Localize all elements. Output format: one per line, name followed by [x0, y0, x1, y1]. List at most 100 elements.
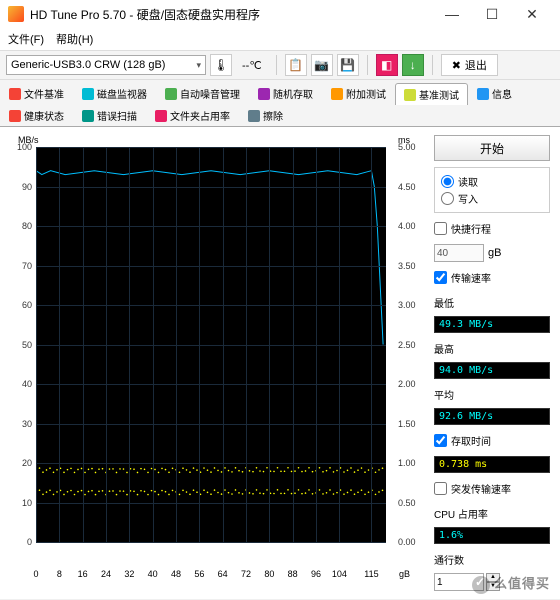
- refresh-button[interactable]: ↓: [402, 54, 424, 76]
- x-tick: 72: [241, 569, 251, 579]
- tab-label: 错误扫描: [97, 108, 137, 123]
- y-tick-right: 1.50: [398, 419, 420, 429]
- tab-label: 文件基准: [24, 86, 64, 101]
- radio-write[interactable]: 写入: [441, 191, 543, 206]
- label-avg: 平均: [434, 387, 550, 402]
- y-tick-left: 40: [8, 379, 32, 389]
- tab-label: 附加测试: [346, 86, 386, 101]
- y-tick-right: 1.00: [398, 458, 420, 468]
- tabs-row: 文件基准磁盘监视器 自动噪音管理 随机存取 附加测试 基准测试 信息健康状态 错误扫描 文件夹…: [0, 80, 560, 127]
- label-max: 最高: [434, 341, 550, 356]
- maximize-button[interactable]: ☐: [472, 0, 512, 28]
- benchmark-chart: MB/s ms gB 00.00100.50201.00301.50402.00…: [8, 135, 398, 565]
- temp-icon[interactable]: 🌡: [210, 54, 232, 76]
- x-tick: 32: [124, 569, 134, 579]
- label-cpu: CPU 占用率: [434, 506, 550, 521]
- x-tick: 0: [33, 569, 38, 579]
- tab-icon: [165, 88, 177, 100]
- screenshot-button[interactable]: 📷: [311, 54, 333, 76]
- tab-icon: [258, 88, 270, 100]
- tab-10[interactable]: 擦除: [239, 104, 292, 126]
- y-tick-right: 0.50: [398, 498, 420, 508]
- x-tick: 24: [101, 569, 111, 579]
- plot-area: [36, 147, 386, 542]
- y-tick-right: 2.00: [398, 379, 420, 389]
- start-button[interactable]: 开始: [434, 135, 550, 161]
- y-tick-right: 3.00: [398, 300, 420, 310]
- drive-select-value: Generic-USB3.0 CRW (128 gB): [11, 59, 165, 71]
- x-tick: 104: [332, 569, 347, 579]
- tab-0[interactable]: 文件基准: [0, 82, 73, 104]
- tab-icon: [82, 110, 94, 122]
- tab-1[interactable]: 磁盘监视器: [73, 82, 156, 104]
- tab-9[interactable]: 文件夹占用率: [146, 104, 239, 126]
- check-access-time[interactable]: 存取时间: [434, 433, 550, 448]
- y-tick-right: 3.50: [398, 261, 420, 271]
- check-short-stroke[interactable]: 快捷行程: [434, 221, 550, 236]
- y-tick-left: 50: [8, 340, 32, 350]
- menu-help[interactable]: 帮助(H): [56, 31, 93, 47]
- y-tick-left: 100: [8, 142, 32, 152]
- window-title: HD Tune Pro 5.70 - 硬盘/固态硬盘实用程序: [30, 6, 260, 23]
- titlebar: HD Tune Pro 5.70 - 硬盘/固态硬盘实用程序 — ☐ ✕: [0, 0, 560, 28]
- tab-icon: [9, 88, 21, 100]
- tab-4[interactable]: 附加测试: [322, 82, 395, 104]
- menu-file[interactable]: 文件(F): [8, 31, 44, 47]
- y-tick-right: 2.50: [398, 340, 420, 350]
- x-tick: 56: [194, 569, 204, 579]
- value-max: 94.0 MB/s: [434, 362, 550, 379]
- tab-label: 健康状态: [24, 108, 64, 123]
- tab-5[interactable]: 基准测试: [395, 83, 468, 105]
- short-stroke-input[interactable]: [434, 244, 484, 262]
- tab-label: 信息: [492, 86, 512, 101]
- copy-button[interactable]: 📋: [285, 54, 307, 76]
- value-access: 0.738 ms: [434, 456, 550, 473]
- exit-button[interactable]: ✖ 退出: [441, 54, 498, 76]
- y-tick-left: 80: [8, 221, 32, 231]
- value-avg: 92.6 MB/s: [434, 408, 550, 425]
- y-tick-right: 4.00: [398, 221, 420, 231]
- tab-label: 随机存取: [273, 86, 313, 101]
- drive-select[interactable]: Generic-USB3.0 CRW (128 gB) ▾: [6, 55, 206, 75]
- chart-area: MB/s ms gB 00.00100.50201.00301.50402.00…: [0, 127, 430, 599]
- y-tick-left: 20: [8, 458, 32, 468]
- tab-8[interactable]: 错误扫描: [73, 104, 146, 126]
- y-tick-left: 70: [8, 261, 32, 271]
- tab-7[interactable]: 健康状态: [0, 104, 73, 126]
- x-tick: 16: [78, 569, 88, 579]
- label-pass: 通行数: [434, 552, 550, 567]
- close-button[interactable]: ✕: [512, 0, 552, 28]
- tab-icon: [9, 110, 21, 122]
- minimize-button[interactable]: —: [432, 0, 472, 28]
- temp-value: --℃: [242, 59, 262, 72]
- value-min: 49.3 MB/s: [434, 316, 550, 333]
- check-burst-rate[interactable]: 突发传输速率: [434, 481, 550, 496]
- menubar: 文件(F) 帮助(H): [0, 28, 560, 50]
- tab-icon: [248, 110, 260, 122]
- tab-icon: [477, 88, 489, 100]
- x-tick: 88: [288, 569, 298, 579]
- tab-label: 擦除: [263, 108, 283, 123]
- x-tick: 115: [364, 569, 378, 579]
- tab-2[interactable]: 自动噪音管理: [156, 82, 249, 104]
- x-tick: 40: [148, 569, 158, 579]
- x-tick: 80: [264, 569, 274, 579]
- radio-read[interactable]: 读取: [441, 174, 543, 189]
- content: MB/s ms gB 00.00100.50201.00301.50402.00…: [0, 127, 560, 599]
- tab-label: 自动噪音管理: [180, 86, 240, 101]
- tab-3[interactable]: 随机存取: [249, 82, 322, 104]
- settings-button[interactable]: ◧: [376, 54, 398, 76]
- x-tick: 64: [218, 569, 228, 579]
- x-tick: 96: [311, 569, 321, 579]
- tab-6[interactable]: 信息: [468, 82, 521, 104]
- tab-label: 文件夹占用率: [170, 108, 230, 123]
- toolbar: Generic-USB3.0 CRW (128 gB) ▾ 🌡 --℃ 📋 📷 …: [0, 50, 560, 80]
- y-tick-right: 4.50: [398, 182, 420, 192]
- x-axis-unit: gB: [399, 569, 410, 579]
- check-transfer-rate[interactable]: 传输速率: [434, 270, 550, 285]
- exit-icon: ✖: [452, 59, 461, 72]
- y-tick-right: 0.00: [398, 537, 420, 547]
- x-tick: 8: [57, 569, 62, 579]
- tab-label: 基准测试: [419, 87, 459, 102]
- save-button[interactable]: 💾: [337, 54, 359, 76]
